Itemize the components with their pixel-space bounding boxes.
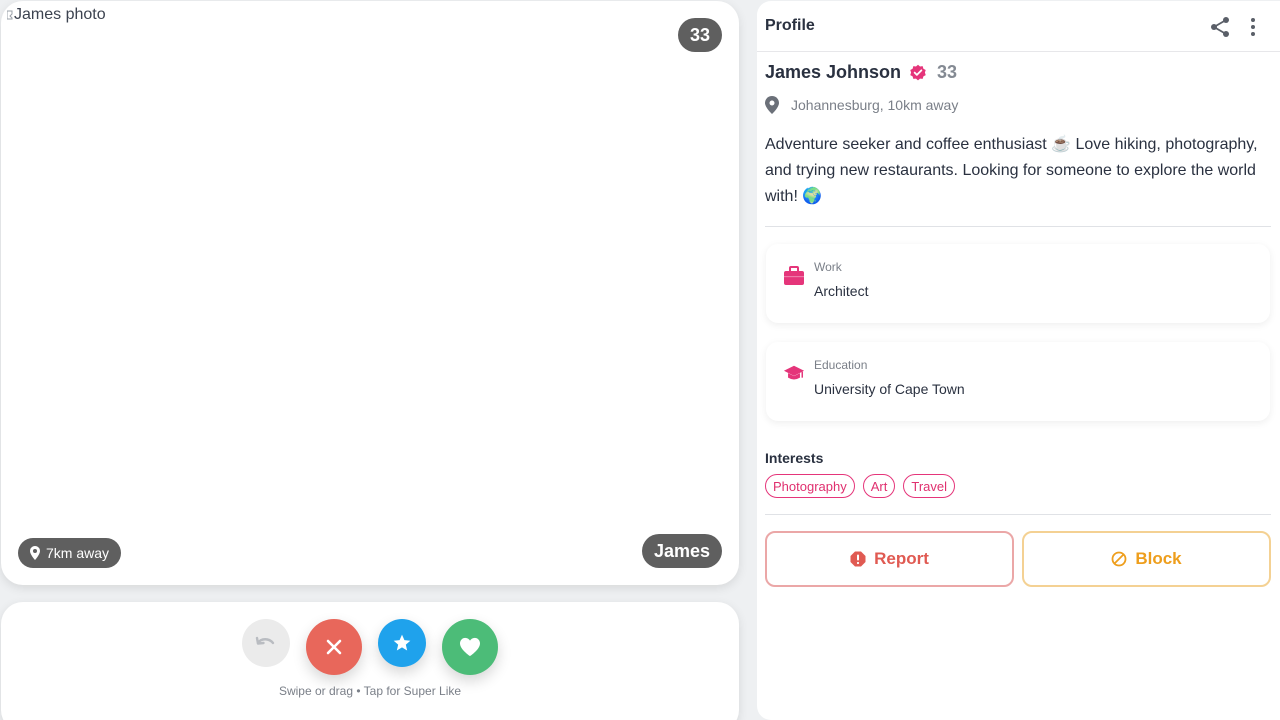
divider	[765, 514, 1271, 515]
close-icon	[326, 639, 342, 655]
profile-bio: Adventure seeker and coffee enthusiast ☕…	[765, 136, 1258, 205]
share-icon[interactable]	[1210, 16, 1230, 38]
work-value: Architect	[814, 283, 869, 299]
profile-photo-card[interactable]: James photo 33 7km away James	[1, 1, 739, 585]
education-value: University of Cape Town	[814, 381, 965, 397]
nope-button[interactable]	[306, 619, 362, 675]
age-badge: 33	[678, 18, 722, 52]
like-button[interactable]	[442, 619, 498, 675]
distance-badge: 7km away	[18, 538, 122, 568]
heart-icon	[460, 637, 480, 657]
block-button[interactable]: Block	[1022, 531, 1271, 587]
interest-tag[interactable]: Photography	[765, 474, 855, 498]
profile-title: Profile	[765, 17, 815, 34]
education-card: Education University of Cape Town	[766, 342, 1270, 421]
education-label: Education	[814, 358, 868, 372]
verified-badge-icon	[910, 64, 926, 80]
briefcase-icon	[784, 266, 804, 285]
undo-button[interactable]	[242, 619, 290, 667]
more-options-icon[interactable]	[1248, 16, 1258, 38]
divider	[765, 226, 1271, 227]
photo-alt-text: James photo	[14, 6, 106, 23]
swipe-hint: Swipe or drag • Tap for Super Like	[278, 684, 462, 698]
profile-panel: Profile James Johnson 33 Johannesburg, 1…	[757, 1, 1280, 720]
location-pin-icon	[765, 96, 779, 114]
profile-header: Profile	[757, 1, 1280, 52]
undo-icon	[255, 636, 275, 645]
name-row: James Johnson 33	[765, 62, 957, 83]
report-label: Report	[874, 549, 929, 568]
location-row: Johannesburg, 10km away	[765, 96, 958, 114]
work-card: Work Architect	[766, 244, 1270, 323]
location-text: Johannesburg, 10km away	[791, 97, 959, 113]
graduation-cap-icon	[783, 365, 805, 380]
name-badge: James	[641, 534, 722, 568]
action-panel: Swipe or drag • Tap for Super Like	[1, 602, 739, 720]
distance-text: 7km away	[46, 545, 110, 561]
broken-image-icon	[7, 10, 13, 20]
interest-tag[interactable]: Art	[862, 474, 896, 498]
location-pin-icon	[30, 546, 40, 560]
report-button[interactable]: Report	[765, 531, 1014, 587]
interests-title: Interests	[765, 450, 824, 466]
block-icon	[1111, 551, 1127, 567]
broken-photo: James photo	[7, 6, 106, 24]
block-label: Block	[1135, 549, 1182, 568]
interest-tags: Photography Art Travel	[765, 474, 955, 498]
alert-icon	[850, 551, 866, 567]
interest-tag[interactable]: Travel	[903, 474, 955, 498]
profile-name: James Johnson	[765, 62, 902, 82]
star-icon	[393, 634, 411, 651]
super-like-button[interactable]	[378, 619, 426, 667]
work-label: Work	[814, 260, 842, 274]
profile-age: 33	[937, 62, 958, 82]
